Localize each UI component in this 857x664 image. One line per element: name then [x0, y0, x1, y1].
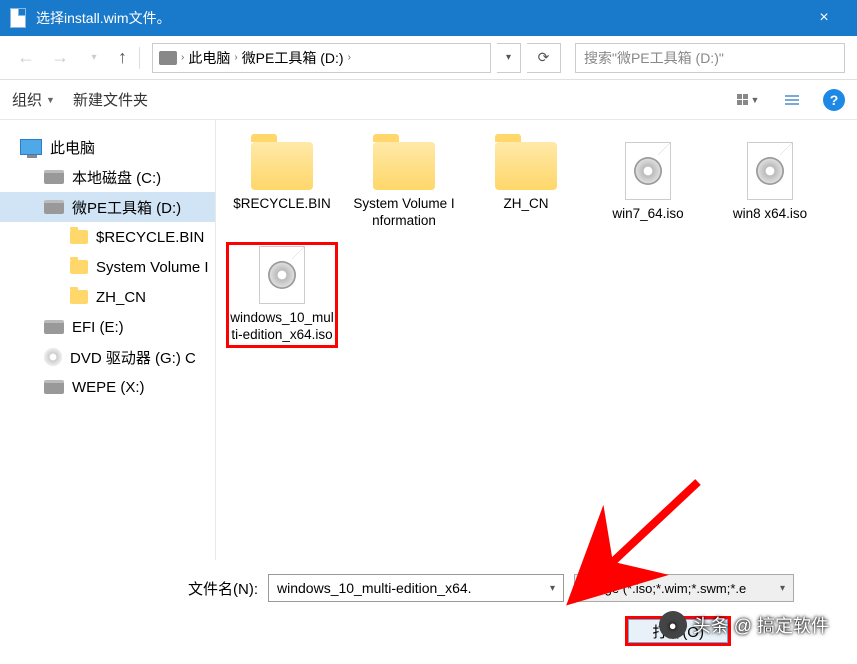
address-dropdown[interactable]: ▾ [497, 43, 521, 73]
file-icon [10, 8, 26, 28]
folder-icon [251, 142, 313, 190]
back-button[interactable]: ← [12, 44, 40, 72]
forward-button[interactable]: → [46, 44, 74, 72]
tree-item[interactable]: System Volume I [0, 252, 215, 282]
organize-button[interactable]: 组织 ▼ [12, 89, 55, 110]
filter-value: Image (*.iso;*.wim;*.swm;*.e [583, 581, 746, 596]
bottom-panel: 文件名(N): windows_10_multi-edition_x64. ▾ … [0, 560, 857, 664]
titlebar: 选择install.wim文件。 × [0, 0, 857, 36]
file-name: $RECYCLE.BIN [233, 196, 331, 213]
tree-item[interactable]: $RECYCLE.BIN [0, 222, 215, 252]
tree-label: System Volume I [96, 259, 209, 276]
tree-label: 此电脑 [50, 137, 95, 158]
tree-label: DVD 驱动器 (G:) C [70, 347, 196, 368]
disc-icon [634, 157, 662, 185]
toolbar: 组织 ▼ 新建文件夹 ▼ ? [0, 80, 857, 120]
folder-icon [70, 260, 88, 274]
monitor-icon [20, 139, 42, 155]
file-name: win8 x64.iso [733, 206, 807, 223]
folder-icon [70, 290, 88, 304]
refresh-button[interactable]: ⟳ [527, 43, 561, 73]
iso-file-icon [259, 246, 305, 304]
file-name: win7_64.iso [612, 206, 683, 223]
address-bar[interactable]: › 此电脑 › 微PE工具箱 (D:) › [152, 43, 491, 73]
filename-value: windows_10_multi-edition_x64. [277, 580, 472, 596]
tree-item[interactable]: ZH_CN [0, 282, 215, 312]
chevron-down-icon: ▾ [780, 583, 785, 594]
path-drive[interactable]: 微PE工具箱 (D:) [242, 48, 344, 68]
close-button[interactable]: × [801, 9, 847, 27]
disc-icon [756, 157, 784, 185]
filetype-filter[interactable]: Image (*.iso;*.wim;*.swm;*.e ▾ [574, 574, 794, 602]
drive-icon [44, 320, 64, 334]
file-item[interactable]: System Volume Information [348, 138, 460, 234]
tree-label: 微PE工具箱 (D:) [72, 197, 181, 218]
file-name: windows_10_multi-edition_x64.iso [229, 310, 335, 344]
history-dropdown[interactable]: ▾ [80, 44, 108, 72]
drive-icon [159, 51, 177, 65]
tree-item[interactable]: WEPE (X:) [0, 372, 215, 402]
search-input[interactable]: 搜索"微PE工具箱 (D:)" [575, 43, 845, 73]
path-root[interactable]: 此电脑 [188, 48, 230, 68]
file-name: ZH_CN [503, 196, 548, 213]
view-grid-button[interactable]: ▼ [735, 89, 761, 111]
folder-icon [373, 142, 435, 190]
tree-item[interactable]: 本地磁盘 (C:) [0, 162, 215, 192]
open-label: 打开(O) [652, 621, 704, 642]
iso-file-icon [747, 142, 793, 200]
tree-label: 本地磁盘 (C:) [72, 167, 161, 188]
chevron-icon: › [348, 52, 351, 63]
window-title: 选择install.wim文件。 [36, 8, 801, 28]
list-icon [785, 95, 799, 105]
drive-icon [44, 200, 64, 214]
tree-this-pc[interactable]: 此电脑 [0, 132, 215, 162]
chevron-down-icon: ▼ [751, 95, 760, 105]
folder-icon [495, 142, 557, 190]
disc-icon [268, 261, 296, 289]
tree-label: EFI (E:) [72, 319, 124, 336]
chevron-down-icon: ▾ [550, 583, 555, 594]
file-item[interactable]: windows_10_multi-edition_x64.iso [226, 242, 338, 348]
file-item[interactable]: win7_64.iso [592, 138, 704, 234]
grid-icon [737, 94, 748, 105]
open-button[interactable]: 打开(O) [625, 616, 731, 646]
sidebar-tree: 此电脑 本地磁盘 (C:) 微PE工具箱 (D:) $RECYCLE.BIN Syst… [0, 120, 216, 560]
file-list[interactable]: $RECYCLE.BIN System Volume Information ZH_… [216, 120, 857, 560]
file-name: System Volume Information [350, 196, 458, 230]
disc-icon [44, 348, 62, 366]
chevron-down-icon: ▼ [46, 95, 55, 105]
file-item[interactable]: $RECYCLE.BIN [226, 138, 338, 234]
help-button[interactable]: ? [823, 89, 845, 111]
tree-label: ZH_CN [96, 289, 146, 306]
filename-label: 文件名(N): [188, 578, 258, 599]
tree-label: $RECYCLE.BIN [96, 229, 204, 246]
navigation-bar: ← → ▾ ↑ › 此电脑 › 微PE工具箱 (D:) › ▾ ⟳ 搜索"微PE… [0, 36, 857, 80]
tree-item[interactable]: DVD 驱动器 (G:) C [0, 342, 215, 372]
file-item[interactable]: ZH_CN [470, 138, 582, 234]
main-area: 此电脑 本地磁盘 (C:) 微PE工具箱 (D:) $RECYCLE.BIN Syst… [0, 120, 857, 560]
iso-file-icon [625, 142, 671, 200]
chevron-icon: › [181, 52, 184, 63]
new-folder-button[interactable]: 新建文件夹 [73, 89, 148, 110]
up-button[interactable]: ↑ [118, 47, 127, 68]
search-placeholder: 搜索"微PE工具箱 (D:)" [584, 48, 724, 68]
folder-icon [70, 230, 88, 244]
file-item[interactable]: win8 x64.iso [714, 138, 826, 234]
chevron-icon: › [234, 52, 237, 63]
divider [139, 47, 140, 69]
drive-icon [44, 380, 64, 394]
view-list-button[interactable] [779, 89, 805, 111]
filename-input[interactable]: windows_10_multi-edition_x64. ▾ [268, 574, 564, 602]
drive-icon [44, 170, 64, 184]
tree-item[interactable]: 微PE工具箱 (D:) [0, 192, 215, 222]
tree-label: WEPE (X:) [72, 379, 145, 396]
organize-label: 组织 [12, 89, 42, 110]
tree-item[interactable]: EFI (E:) [0, 312, 215, 342]
